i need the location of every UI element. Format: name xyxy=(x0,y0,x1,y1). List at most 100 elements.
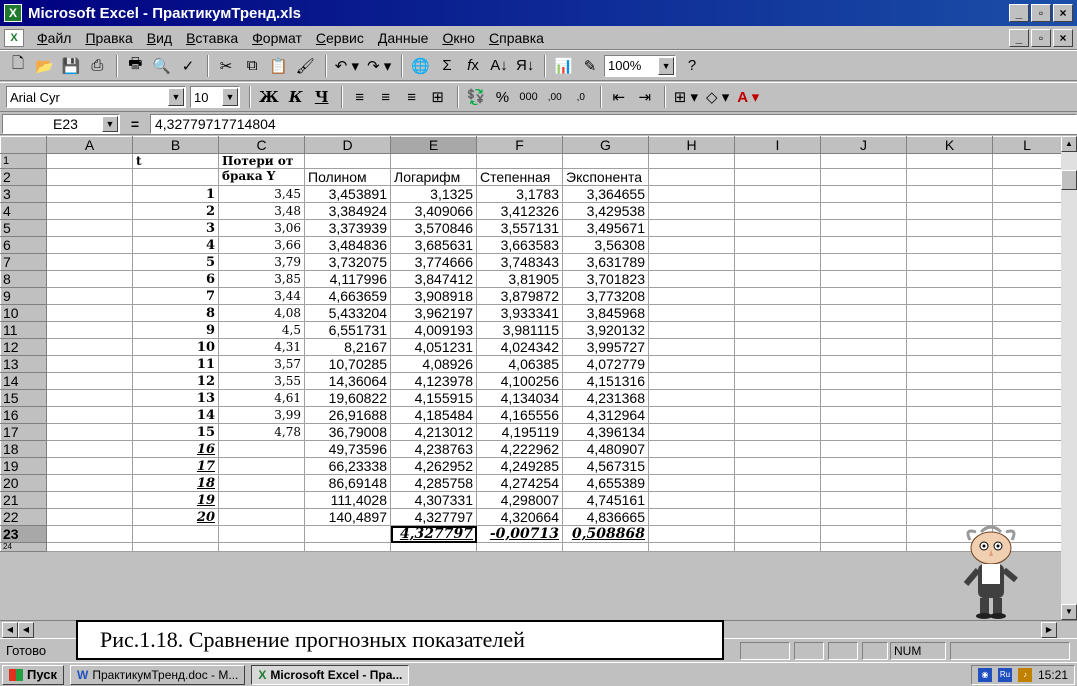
copy-icon[interactable]: ⧉ xyxy=(240,54,264,78)
open-folder-icon[interactable]: 📂 xyxy=(32,54,57,78)
grid-cell[interactable]: 3,981115 xyxy=(476,321,563,339)
grid-cell[interactable] xyxy=(820,153,907,169)
row-header[interactable]: 18 xyxy=(0,440,47,458)
grid-cell[interactable] xyxy=(648,202,735,220)
grid-cell[interactable] xyxy=(648,525,735,543)
grid-cell[interactable] xyxy=(906,304,993,322)
grid-cell[interactable] xyxy=(648,389,735,407)
chart-wizard-icon[interactable]: 📊 xyxy=(551,54,576,78)
grid-cell[interactable]: 4,745161 xyxy=(562,491,649,509)
grid-cell[interactable] xyxy=(992,338,1062,356)
column-header[interactable]: H xyxy=(648,136,735,154)
grid-cell[interactable] xyxy=(218,542,305,552)
grid-cell[interactable] xyxy=(906,491,993,509)
grid-cell[interactable] xyxy=(132,168,219,186)
grid-cell[interactable]: 4 xyxy=(132,236,219,254)
grid-cell[interactable] xyxy=(820,338,907,356)
grid-cell[interactable] xyxy=(820,219,907,237)
grid-cell[interactable]: 4,117996 xyxy=(304,270,391,288)
grid-cell[interactable] xyxy=(734,474,821,492)
grid-cell[interactable] xyxy=(906,440,993,458)
grid-cell[interactable] xyxy=(906,219,993,237)
doc-minimize-button[interactable]: _ xyxy=(1009,29,1029,47)
italic-button[interactable]: К xyxy=(284,85,308,109)
row-header[interactable]: 23 xyxy=(0,525,47,543)
grid-cell[interactable]: 19,60822 xyxy=(304,389,391,407)
grid-cell[interactable] xyxy=(992,355,1062,373)
close-button[interactable]: × xyxy=(1053,4,1073,22)
format-painter-icon[interactable]: 🖌 xyxy=(293,54,318,78)
grid-cell[interactable]: 4,320664 xyxy=(476,508,563,526)
spreadsheet-grid[interactable]: A B C D E F G H I J K L 1 t Потери от 2 … xyxy=(0,136,1062,552)
grid-cell[interactable]: 4,08926 xyxy=(390,355,477,373)
select-all-corner[interactable] xyxy=(0,136,47,154)
row-header[interactable]: 21 xyxy=(0,491,47,509)
grid-cell[interactable] xyxy=(46,406,133,424)
grid-cell[interactable]: 3 xyxy=(132,219,219,237)
merge-center-icon[interactable]: ⊞ xyxy=(426,85,450,109)
formula-input[interactable]: 4,32779717714804 xyxy=(150,113,1077,134)
grid-cell[interactable]: 66,23338 xyxy=(304,457,391,475)
grid-cell[interactable] xyxy=(304,153,391,169)
grid-cell[interactable]: 4,155915 xyxy=(390,389,477,407)
column-header[interactable]: I xyxy=(734,136,821,154)
percent-button[interactable]: % xyxy=(490,85,514,109)
grid-cell[interactable]: 11 xyxy=(132,355,219,373)
grid-cell[interactable]: 4,78 xyxy=(218,423,305,441)
office-assistant-icon[interactable] xyxy=(956,520,1026,620)
save-icon[interactable]: 💾 xyxy=(59,54,84,78)
grid-cell[interactable]: 4,185484 xyxy=(390,406,477,424)
grid-cell[interactable] xyxy=(648,474,735,492)
grid-cell[interactable]: 4,100256 xyxy=(476,372,563,390)
grid-cell[interactable]: 5,433204 xyxy=(304,304,391,322)
grid-cell[interactable]: 3,44 xyxy=(218,287,305,305)
grid-cell[interactable] xyxy=(992,185,1062,203)
doc-close-button[interactable]: × xyxy=(1053,29,1073,47)
grid-cell[interactable] xyxy=(218,525,305,543)
grid-cell[interactable] xyxy=(46,423,133,441)
grid-cell[interactable] xyxy=(562,153,649,169)
scroll-down-icon[interactable]: ▼ xyxy=(1061,604,1077,620)
menu-format[interactable]: Формат xyxy=(245,30,309,46)
grid-cell[interactable]: 4,06385 xyxy=(476,355,563,373)
font-size-select[interactable]: 10 ▼ xyxy=(190,86,240,108)
grid-cell[interactable]: 4,009193 xyxy=(390,321,477,339)
grid-cell[interactable] xyxy=(906,253,993,271)
grid-cell[interactable]: Степенная xyxy=(476,168,563,186)
grid-cell[interactable]: 4,08 xyxy=(218,304,305,322)
row-header[interactable]: 5 xyxy=(0,219,47,237)
grid-cell[interactable]: 10,70285 xyxy=(304,355,391,373)
grid-cell[interactable]: 4,262952 xyxy=(390,457,477,475)
grid-cell[interactable] xyxy=(46,457,133,475)
scroll-right-icon[interactable]: ▶ xyxy=(1041,622,1057,638)
autosum-icon[interactable]: Σ xyxy=(435,54,459,78)
grid-cell[interactable] xyxy=(648,457,735,475)
grid-cell[interactable] xyxy=(992,304,1062,322)
volume-icon[interactable]: ♪ xyxy=(1017,668,1032,682)
grid-cell[interactable]: 6 xyxy=(132,270,219,288)
zoom-select[interactable]: 100% ▼ xyxy=(604,54,677,77)
grid-cell[interactable]: 4,024342 xyxy=(476,338,563,356)
grid-cell[interactable]: 2 xyxy=(132,202,219,220)
row-header[interactable]: 20 xyxy=(0,474,47,492)
grid-cell[interactable] xyxy=(218,440,305,458)
grid-cell[interactable] xyxy=(906,185,993,203)
grid-cell[interactable] xyxy=(734,287,821,305)
grid-cell[interactable] xyxy=(906,406,993,424)
row-header[interactable]: 1 xyxy=(0,153,47,169)
grid-cell[interactable]: 49,73596 xyxy=(304,440,391,458)
grid-cell[interactable] xyxy=(734,406,821,424)
grid-cell[interactable] xyxy=(648,236,735,254)
vertical-scrollbar[interactable]: ▲ ▼ xyxy=(1061,136,1077,620)
grid-cell[interactable] xyxy=(46,542,133,552)
grid-cell[interactable]: 3,631789 xyxy=(562,253,649,271)
grid-cell[interactable]: 4,051231 xyxy=(390,338,477,356)
chevron-down-icon[interactable]: ▼ xyxy=(102,115,118,132)
column-header[interactable]: E xyxy=(390,136,477,154)
bold-button[interactable]: Ж xyxy=(256,85,282,109)
grid-cell[interactable] xyxy=(734,423,821,441)
grid-cell[interactable]: 4,480907 xyxy=(562,440,649,458)
grid-cell[interactable]: 4,231368 xyxy=(562,389,649,407)
grid-cell[interactable] xyxy=(992,202,1062,220)
taskbar-item-word[interactable]: W ПрактикумТренд.doc - M... xyxy=(70,664,246,685)
